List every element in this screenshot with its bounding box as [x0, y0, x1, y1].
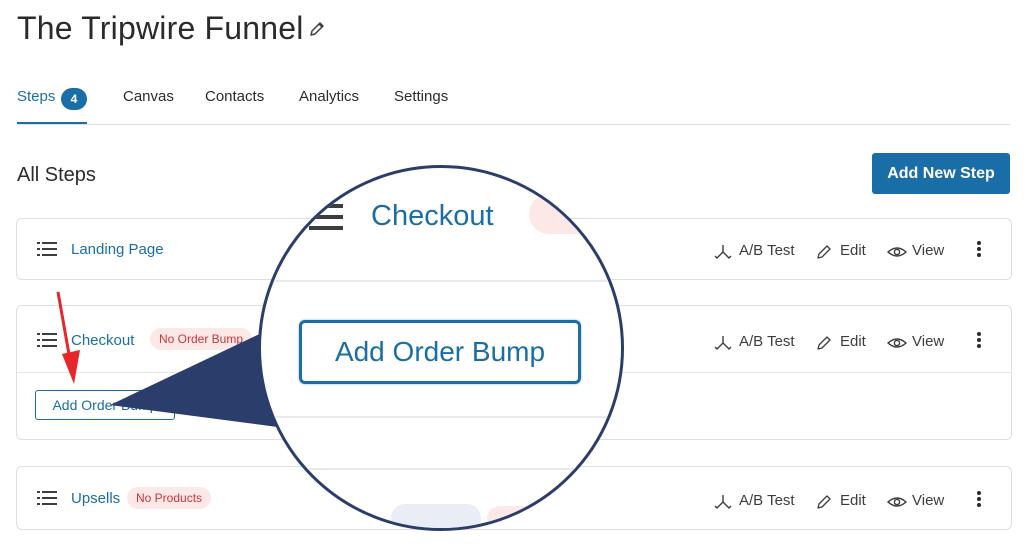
- eye-icon: [887, 338, 907, 348]
- view-label: View: [912, 333, 945, 350]
- zoom-step-name-partial: [391, 504, 481, 528]
- step-name-link[interactable]: Upsells: [71, 490, 120, 507]
- add-order-bump-button[interactable]: Add Order Bump: [35, 390, 175, 420]
- list-icon[interactable]: [37, 241, 57, 262]
- divider: [261, 280, 621, 282]
- view-label: View: [912, 242, 945, 259]
- status-badge: No Products: [127, 487, 212, 509]
- edit-label: Edit: [840, 333, 866, 350]
- pencil-icon: [817, 336, 831, 350]
- tab-steps[interactable]: Steps 4: [17, 88, 87, 110]
- divider: [261, 416, 621, 418]
- tab-steps-label: Steps: [17, 88, 56, 105]
- list-icon: [309, 202, 343, 237]
- list-icon[interactable]: [37, 490, 57, 511]
- magnifier-zoom: Checkout Add Order Bump: [258, 165, 624, 531]
- tab-canvas[interactable]: Canvas: [123, 88, 174, 105]
- view-label: View: [912, 492, 945, 509]
- zoom-step-name: Checkout: [371, 200, 494, 232]
- ab-test-label: A/B Test: [739, 492, 795, 509]
- ab-test-label: A/B Test: [739, 242, 795, 259]
- list-icon[interactable]: [37, 332, 57, 353]
- eye-icon: [887, 247, 907, 257]
- zoom-status-badge: [529, 194, 609, 234]
- edit-label: Edit: [840, 492, 866, 509]
- page-title: The Tripwire Funnel: [17, 10, 304, 46]
- steps-count-badge: 4: [61, 88, 87, 110]
- active-tab-indicator: [17, 122, 87, 124]
- step-name-link[interactable]: Landing Page: [71, 241, 164, 258]
- edit-label: Edit: [840, 242, 866, 259]
- ab-test-label: A/B Test: [739, 333, 795, 350]
- divider: [261, 468, 621, 470]
- tab-contacts[interactable]: Contacts: [205, 88, 264, 105]
- add-new-step-button[interactable]: Add New Step: [872, 153, 1010, 194]
- kebab-icon[interactable]: [976, 490, 982, 513]
- step-name-link[interactable]: Checkout: [71, 332, 134, 349]
- kebab-icon[interactable]: [976, 331, 982, 354]
- pencil-icon: [817, 495, 831, 509]
- split-icon: [714, 245, 732, 259]
- tab-analytics[interactable]: Analytics: [299, 88, 359, 105]
- zoom-add-order-bump-button: Add Order Bump: [299, 320, 581, 384]
- pencil-icon[interactable]: [308, 20, 326, 43]
- split-icon: [714, 336, 732, 350]
- kebab-icon[interactable]: [976, 240, 982, 263]
- pencil-icon: [817, 245, 831, 259]
- tab-bar: Steps 4 Canvas Contacts Analytics Settin…: [17, 84, 1010, 125]
- eye-icon: [887, 497, 907, 507]
- section-title: All Steps: [17, 164, 96, 186]
- zoom-status-badge-partial: [487, 506, 543, 528]
- tab-settings[interactable]: Settings: [394, 88, 448, 105]
- status-badge: No Order Bump: [150, 328, 253, 350]
- split-icon: [714, 495, 732, 509]
